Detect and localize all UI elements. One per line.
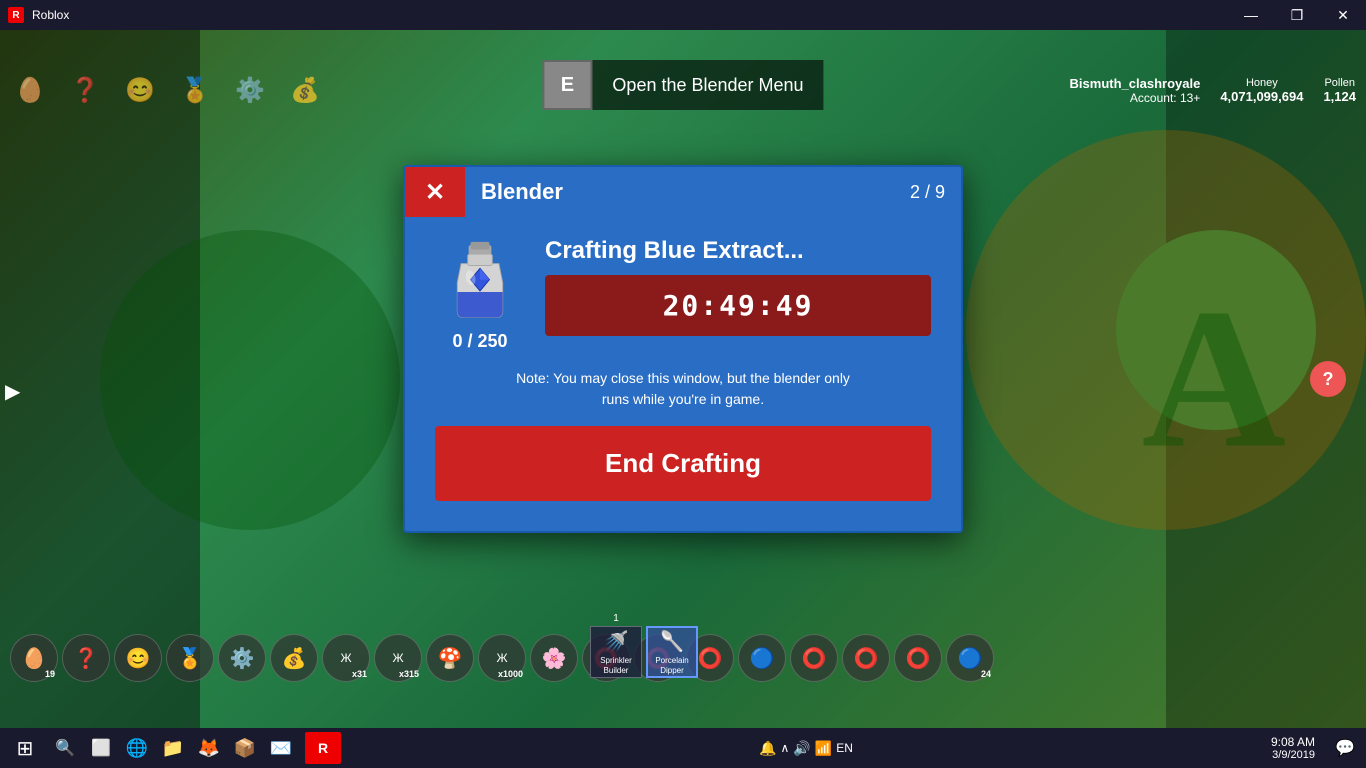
system-clock[interactable]: 9:08 AM 3/9/2019 <box>1271 735 1325 761</box>
modal-header: ✕ Blender 2 / 9 <box>405 167 961 217</box>
modal-close-button[interactable]: ✕ <box>405 167 465 217</box>
crafting-timer: 20:49:49 <box>565 289 911 322</box>
crafting-info: Crafting Blue Extract... 20:49:49 <box>545 237 931 336</box>
maximize-button[interactable]: ❐ <box>1274 0 1320 30</box>
task-view-button[interactable]: ⬜ <box>85 732 117 764</box>
explorer-taskbar[interactable]: 📁 <box>157 732 189 764</box>
roblox-title-icon: R <box>8 7 24 23</box>
notification-icon[interactable]: 🔔 <box>759 740 776 757</box>
roblox-taskbar[interactable]: R <box>305 732 341 764</box>
amazon-taskbar[interactable]: 📦 <box>229 732 261 764</box>
modal-overlay: ✕ Blender 2 / 9 <box>0 30 1366 728</box>
minimize-button[interactable]: — <box>1228 0 1274 30</box>
expand-icon[interactable]: ∧ <box>781 741 790 755</box>
title-bar: R Roblox — ❐ ✕ <box>0 0 1366 30</box>
clock-date: 3/9/2019 <box>1271 749 1315 761</box>
crafting-area: 0 / 250 Crafting Blue Extract... 20:49:4… <box>435 237 931 352</box>
windows-taskbar: ⊞ 🔍 ⬜ 🌐 📁 🦊 📦 ✉️ R 🔔 ∧ 🔊 📶 EN 9:08 AM 3/… <box>0 728 1366 768</box>
close-button[interactable]: ✕ <box>1320 0 1366 30</box>
start-button[interactable]: ⊞ <box>5 728 45 768</box>
blender-modal: ✕ Blender 2 / 9 <box>403 165 963 533</box>
clock-time: 9:08 AM <box>1271 735 1315 749</box>
title-bar-left: R Roblox <box>0 7 69 23</box>
mail-taskbar[interactable]: ✉️ <box>265 732 297 764</box>
edge-taskbar[interactable]: 🌐 <box>121 732 153 764</box>
blue-extract-bottle-icon <box>440 240 520 325</box>
item-display: 0 / 250 <box>435 237 525 352</box>
modal-body: 0 / 250 Crafting Blue Extract... 20:49:4… <box>405 217 961 531</box>
volume-icon[interactable]: 🔊 <box>793 740 810 757</box>
crafting-item-name: Crafting Blue Extract... <box>545 237 931 265</box>
win-taskbar-content: ⊞ 🔍 ⬜ 🌐 📁 🦊 📦 ✉️ R 🔔 ∧ 🔊 📶 EN 9:08 AM 3/… <box>0 728 1366 768</box>
crafting-note: Note: You may close this window, but the… <box>435 368 931 410</box>
mozilla-taskbar[interactable]: 🦊 <box>193 732 225 764</box>
item-image <box>435 237 525 327</box>
end-crafting-button[interactable]: End Crafting <box>435 426 931 501</box>
keyboard-icon[interactable]: EN <box>836 741 853 755</box>
crafting-timer-bar: 20:49:49 <box>545 275 931 336</box>
action-center-icon[interactable]: 💬 <box>1329 732 1361 764</box>
system-tray: 🔔 ∧ 🔊 📶 EN <box>759 740 853 757</box>
item-count: 0 / 250 <box>452 331 507 352</box>
search-taskbar[interactable]: 🔍 <box>49 732 81 764</box>
modal-page-indicator: 2 / 9 <box>910 182 961 203</box>
game-background: A 🥚 ❓ 😊 🏅 ⚙️ 💰 Bismuth_clashroyale Accou… <box>0 30 1366 728</box>
title-bar-title: Roblox <box>32 8 69 22</box>
network-icon[interactable]: 📶 <box>815 740 832 757</box>
modal-title: Blender <box>465 179 910 205</box>
title-bar-controls: — ❐ ✕ <box>1228 0 1366 30</box>
